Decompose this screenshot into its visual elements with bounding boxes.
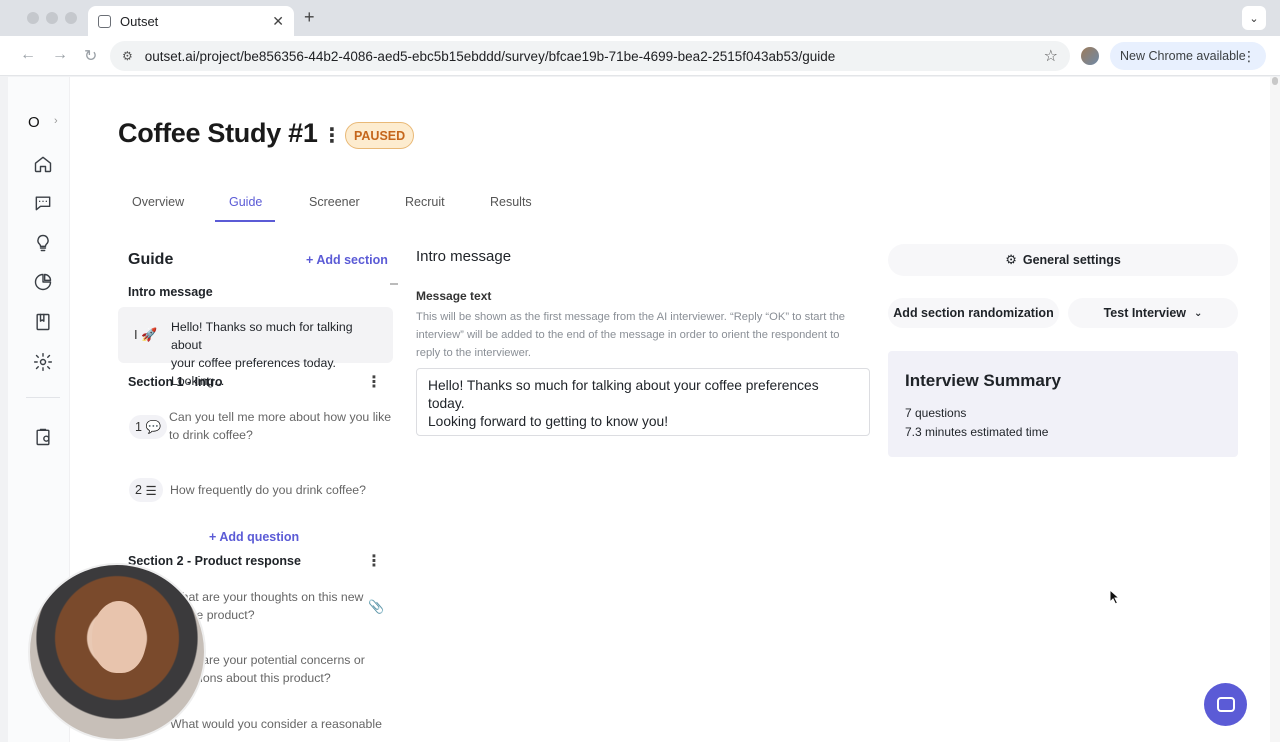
add-section-button[interactable]: + Add section	[306, 253, 388, 267]
scroll-indicator	[390, 283, 398, 285]
back-icon[interactable]: ←	[20, 46, 36, 64]
attachment-icon[interactable]: 📎	[368, 599, 384, 615]
browser-tabbar: Outset ✕ + ⌄	[0, 0, 1280, 36]
chat-icon[interactable]	[32, 192, 54, 214]
question-badge: 1 💬	[129, 415, 168, 439]
url-text: outset.ai/project/be856356-44b2-4086-aed…	[144, 48, 836, 64]
question-text[interactable]: Can you tell me more about how you like …	[169, 408, 391, 444]
gear-icon: ⚙	[1005, 252, 1017, 267]
lightbulb-icon[interactable]	[32, 232, 54, 254]
browser-toolbar: ← → ↻ ⚙ outset.ai/project/be856356-44b2-…	[0, 36, 1280, 76]
section-title: Section 1 - Intro	[128, 375, 223, 389]
site-settings-icon[interactable]: ⚙	[122, 49, 133, 63]
message-line: Looking forward to getting to know you!	[428, 414, 669, 429]
window-minimize-dot[interactable]	[46, 12, 58, 24]
new-tab-icon[interactable]: +	[304, 7, 315, 28]
settings-icon[interactable]	[32, 351, 54, 373]
forward-icon[interactable]: →	[52, 46, 68, 64]
question-badge: 2 ☰	[129, 478, 163, 502]
tab-overview[interactable]: Overview	[132, 195, 184, 209]
window-zoom-dot[interactable]	[65, 12, 77, 24]
page-scrollbar[interactable]	[1270, 77, 1280, 742]
summary-title: Interview Summary	[905, 371, 1061, 390]
question-text[interactable]: What would you consider a reasonable	[170, 715, 382, 733]
intro-preview-line: Hello! Thanks so much for talking about	[171, 320, 353, 352]
test-interview-label: Test Interview	[1103, 306, 1187, 320]
browser-tab[interactable]: Outset ✕	[88, 6, 294, 36]
question-number: 1	[135, 420, 142, 434]
section-randomization-button[interactable]: Add section randomization	[888, 298, 1059, 328]
general-settings-button[interactable]: ⚙ General settings	[888, 244, 1238, 276]
home-icon[interactable]	[32, 153, 54, 175]
book-icon[interactable]	[32, 311, 54, 333]
chevron-down-icon[interactable]: ⌄	[1242, 6, 1266, 30]
project-title: Coffee Study #1	[118, 118, 318, 148]
message-line: Hello! Thanks so much for talking about …	[428, 378, 819, 411]
test-interview-button[interactable]: Test Interview ⌄	[1068, 298, 1238, 328]
mouse-cursor-icon	[1109, 588, 1121, 610]
more-icon[interactable]: ⋮	[1242, 48, 1256, 65]
clipboard-check-icon[interactable]	[32, 426, 54, 448]
webcam-overlay	[28, 563, 206, 741]
chevron-down-icon: ⌄	[1194, 307, 1203, 319]
chat-icon	[1216, 697, 1235, 712]
message-help-text: This will be shown as the first message …	[416, 311, 846, 359]
list-icon: ☰	[145, 483, 157, 498]
general-settings-label: General settings	[1022, 253, 1121, 267]
summary-time: 7.3 minutes estimated time	[905, 425, 1049, 439]
rail-divider	[26, 397, 60, 398]
status-badge: PAUSED	[345, 122, 415, 149]
editor-heading: Intro message	[416, 248, 512, 265]
question-number: 2	[135, 483, 142, 497]
question-line: to drink coffee?	[169, 428, 253, 442]
intro-type-icon: I 🚀	[134, 327, 158, 342]
profile-avatar[interactable]	[1081, 47, 1099, 65]
intro-message-label: Intro message	[128, 285, 213, 299]
intro-message-card[interactable]: I 🚀 Hello! Thanks so much for talking ab…	[118, 307, 393, 388]
message-textarea[interactable]: Hello! Thanks so much for talking about …	[416, 368, 870, 436]
tab-results[interactable]: Results	[490, 195, 532, 209]
tab-title: Outset	[120, 13, 159, 29]
scrollbar-thumb[interactable]	[1272, 77, 1278, 85]
message-text-label: Message text	[416, 289, 492, 303]
guide-heading: Guide	[128, 251, 174, 268]
tab-screener[interactable]: Screener	[309, 195, 360, 209]
randomization-label: Add section randomization	[893, 306, 1054, 320]
section-menu-icon[interactable]: ⋮	[366, 551, 382, 571]
active-tab-indicator	[215, 220, 275, 222]
intro-icon-letter: I	[134, 327, 138, 342]
add-question-label: Add question	[219, 530, 300, 544]
tab-recruit[interactable]: Recruit	[405, 195, 445, 209]
plus-icon: +	[209, 530, 220, 544]
question-line: What are your thoughts on this new	[170, 590, 364, 604]
section-title: Section 2 - Product response	[128, 554, 301, 568]
tab-guide[interactable]: Guide	[229, 195, 262, 209]
favicon-icon	[98, 14, 111, 28]
presenter-face	[92, 601, 146, 673]
bookmark-star-icon[interactable]: ☆	[1044, 46, 1058, 66]
question-text[interactable]: How frequently do you drink coffee?	[170, 481, 366, 499]
interview-summary: Interview Summary 7 questions 7.3 minute…	[888, 351, 1238, 457]
window-close-dot[interactable]	[27, 12, 39, 24]
chat-support-button[interactable]	[1204, 683, 1247, 726]
add-question-button[interactable]: + Add question	[209, 530, 299, 544]
new-chrome-button[interactable]: New Chrome available ⋮	[1110, 42, 1266, 70]
project-menu-icon[interactable]: ⋮	[322, 123, 342, 148]
section-menu-icon[interactable]: ⋮	[366, 372, 382, 392]
chat-bubble-icon: 💬	[145, 419, 162, 434]
address-bar[interactable]: ⚙ outset.ai/project/be856356-44b2-4086-a…	[110, 41, 1070, 71]
org-switcher[interactable]: O	[28, 114, 40, 131]
summary-questions: 7 questions	[905, 406, 967, 420]
question-line: Can you tell me more about how you like	[169, 410, 392, 424]
reload-icon[interactable]: ↻	[84, 46, 97, 66]
close-icon[interactable]: ✕	[272, 13, 284, 30]
pie-chart-icon[interactable]	[32, 271, 54, 293]
chevron-right-icon[interactable]: ›	[54, 115, 58, 127]
add-section-label: Add section	[316, 253, 388, 267]
plus-icon: +	[306, 253, 317, 267]
new-chrome-label: New Chrome available	[1120, 49, 1246, 63]
